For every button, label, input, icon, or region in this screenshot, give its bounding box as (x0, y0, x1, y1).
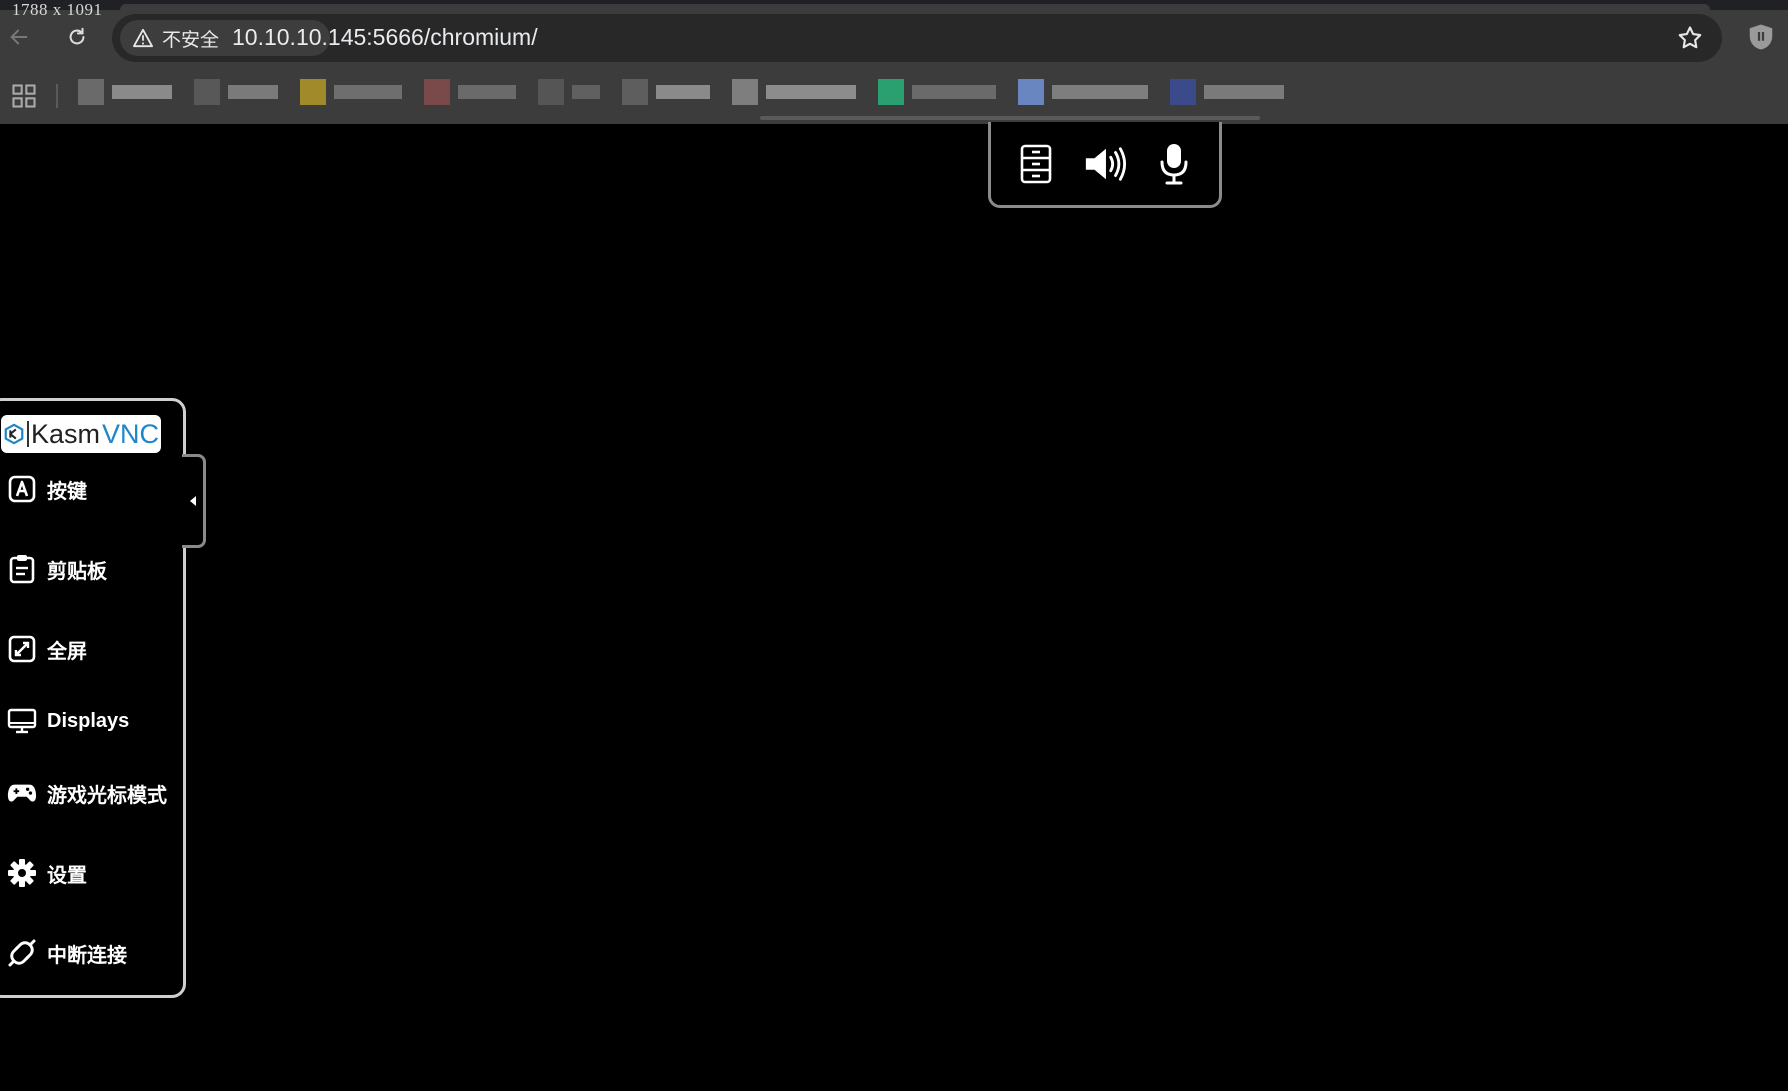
kasm-control-bar: Kasm VNC 按键 剪贴板 全屏 Displays 游戏光标模式 设置 中断… (0, 398, 186, 998)
bookmark-favicon-icon (732, 79, 758, 105)
menu-label-game-cursor-mode: 游戏光标模式 (47, 784, 167, 807)
keyboard-key-icon (7, 474, 37, 504)
kasm-top-toolbar (988, 122, 1222, 208)
bookmark-label-blurred (912, 85, 996, 99)
file-cabinet-icon (1020, 144, 1051, 183)
bookmark-label-blurred (1052, 85, 1148, 99)
bookmarks-overflow-bar (760, 116, 1260, 120)
fullscreen-icon (7, 634, 37, 664)
bookmark-label-blurred (572, 85, 600, 99)
menu-item-disconnect[interactable]: 中断连接 (7, 933, 175, 973)
bookmark-favicon-icon (78, 79, 104, 105)
gamepad-icon (7, 778, 37, 808)
bookmarks-separator (56, 84, 58, 108)
caret-left-icon (189, 496, 196, 506)
audio-button[interactable] (1083, 142, 1127, 186)
kasm-logo-icon (4, 423, 24, 445)
control-bar-collapse-handle[interactable] (182, 454, 206, 548)
menu-label-disconnect: 中断连接 (47, 944, 127, 967)
bookmark-favicon-icon (424, 79, 450, 105)
security-label: 不安全 (162, 29, 220, 51)
menu-item-settings[interactable]: 设置 (7, 853, 175, 893)
bookmark-favicon-icon (878, 79, 904, 105)
bookmark-item[interactable] (424, 78, 516, 106)
bookmark-label-blurred (228, 85, 278, 99)
bookmark-label-blurred (112, 85, 172, 99)
logo-kasm-text: Kasm (31, 418, 101, 449)
menu-item-clipboard[interactable]: 剪贴板 (7, 549, 175, 589)
logo-divider (27, 421, 29, 447)
kasmvnc-logo: Kasm VNC (1, 415, 161, 453)
address-bar[interactable]: 不安全 10.10.10.145:5666/chromium/ (112, 14, 1722, 62)
menu-label-fullscreen: 全屏 (47, 640, 87, 663)
bookmark-item[interactable] (538, 78, 600, 106)
gear-icon (7, 858, 37, 888)
bookmark-item[interactable] (194, 78, 278, 106)
bookmark-favicon-icon (622, 79, 648, 105)
bookmark-label-blurred (766, 85, 856, 99)
microphone-button[interactable] (1152, 142, 1196, 186)
disconnect-icon (7, 938, 37, 968)
bookmark-item[interactable] (622, 78, 710, 106)
warning-triangle-icon (132, 28, 154, 48)
menu-item-displays[interactable]: Displays (7, 701, 175, 741)
microphone-icon (1160, 143, 1188, 184)
bookmark-favicon-icon (194, 79, 220, 105)
bookmark-label-blurred (458, 85, 516, 99)
apps-grid-icon[interactable] (10, 82, 38, 110)
reload-button[interactable] (62, 22, 92, 52)
bookmarks-bar (0, 72, 1788, 122)
menu-label-keys: 按键 (47, 480, 87, 503)
menu-item-game-cursor-mode[interactable]: 游戏光标模式 (7, 773, 175, 813)
clipboard-icon (7, 554, 37, 584)
bookmark-label-blurred (1204, 85, 1284, 99)
back-arrow-icon (10, 29, 28, 45)
bookmark-favicon-icon (1170, 79, 1196, 105)
file-manager-button[interactable] (1014, 142, 1058, 186)
bookmark-item[interactable] (1018, 78, 1148, 106)
url-text[interactable]: 10.10.10.145:5666/chromium/ (232, 24, 538, 51)
bookmark-label-blurred (656, 85, 710, 99)
bookmark-item[interactable] (78, 78, 172, 106)
speaker-icon (1085, 146, 1127, 181)
bookmark-item[interactable] (732, 78, 856, 106)
reload-icon (69, 27, 85, 45)
active-tab-edge (120, 4, 1710, 10)
remote-desktop-canvas[interactable] (0, 124, 1788, 1091)
browser-chrome: 不安全 10.10.10.145:5666/chromium/ (0, 0, 1788, 124)
extension-shield-icon[interactable] (1746, 22, 1776, 52)
bookmark-label-blurred (334, 85, 402, 99)
menu-label-displays: Displays (47, 709, 130, 732)
menu-item-fullscreen[interactable]: 全屏 (7, 629, 175, 669)
dimensions-label: 1788 x 1091 (12, 0, 103, 19)
menu-label-settings: 设置 (47, 864, 87, 887)
bookmark-favicon-icon (1018, 79, 1044, 105)
back-button[interactable] (4, 22, 34, 52)
logo-vnc-text: VNC (102, 418, 160, 449)
bookmark-item[interactable] (300, 78, 402, 106)
bookmark-item[interactable] (878, 78, 996, 106)
bookmark-favicon-icon (300, 79, 326, 105)
bookmark-star-icon[interactable] (1676, 24, 1704, 52)
menu-label-clipboard: 剪贴板 (47, 560, 107, 583)
monitor-icon (7, 706, 37, 736)
bookmark-item[interactable] (1170, 78, 1284, 106)
bookmark-favicon-icon (538, 79, 564, 105)
menu-item-keys[interactable]: 按键 (7, 469, 175, 509)
